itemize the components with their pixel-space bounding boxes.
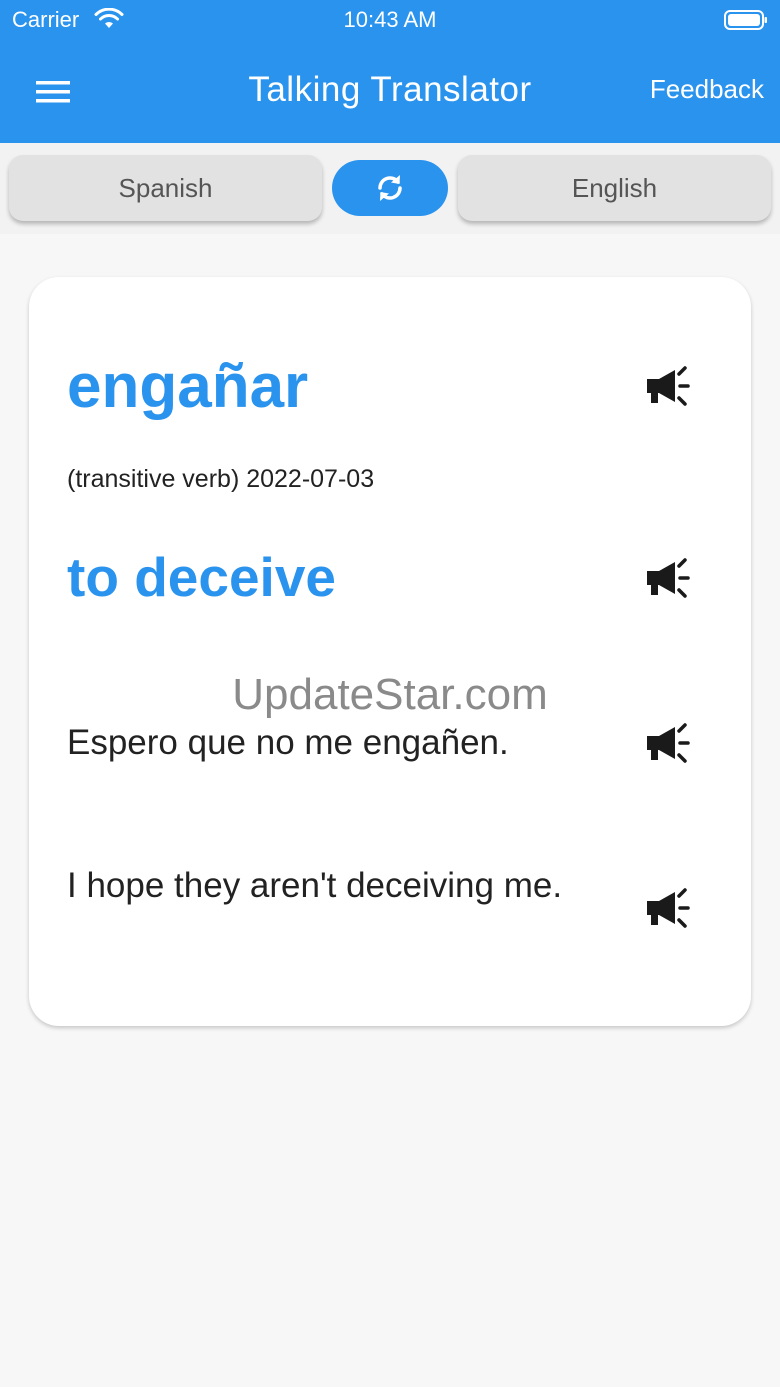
battery-icon [724, 10, 767, 30]
clock: 10:43 AM [343, 7, 437, 32]
megaphone-icon [647, 558, 690, 598]
example-target-sentence: I hope they aren't deceiving me. [67, 866, 563, 905]
toolbar: Talking Translator Feedback [0, 40, 780, 143]
word-meta: (transitive verb) 2022-07-03 [67, 465, 375, 493]
watermark: UpdateStar.com [232, 670, 548, 719]
translated-word: to deceive [67, 546, 337, 608]
translation-card: engañar (transitive verb) 2022-07-03 to … [29, 277, 751, 1026]
megaphone-icon [647, 366, 690, 406]
megaphone-icon [647, 888, 690, 928]
feedback-button[interactable]: Feedback [650, 74, 764, 105]
source-language-button[interactable]: Spanish [9, 155, 322, 221]
target-language-button[interactable]: English [458, 155, 771, 221]
language-selector-bar: Spanish English [0, 143, 780, 234]
speak-word-button[interactable] [641, 363, 695, 409]
speak-translation-button[interactable] [641, 555, 695, 601]
source-word: engañar [67, 352, 309, 421]
speak-example-source-button[interactable] [641, 720, 695, 766]
status-bar: Carrier 10:43 AM [0, 0, 780, 40]
refresh-icon [378, 175, 402, 201]
example-source-sentence: Espero que no me engañen. [67, 723, 509, 762]
megaphone-icon [647, 723, 690, 763]
app-bar: Carrier 10:43 AM Talking Translator Feed… [0, 0, 780, 143]
speak-example-target-button[interactable] [641, 885, 695, 931]
swap-languages-button[interactable] [332, 160, 448, 216]
